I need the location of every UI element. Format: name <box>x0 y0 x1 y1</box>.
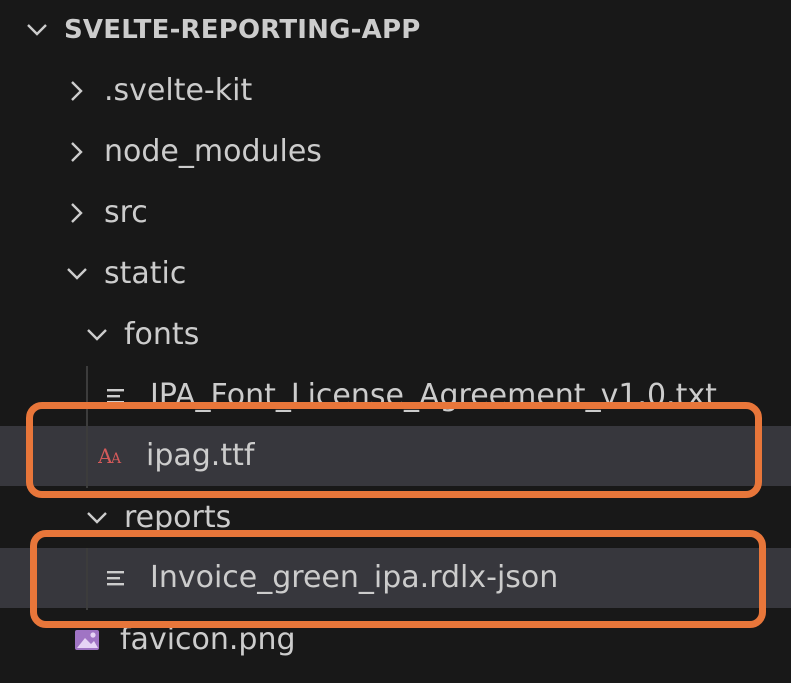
tree-item-label: ipag.ttf <box>146 438 255 473</box>
tree-item-invoice-report[interactable]: Invoice_green_ipa.rdlx-json <box>0 548 791 608</box>
tree-item-static[interactable]: static <box>0 244 791 304</box>
font-file-icon: A A <box>98 441 128 471</box>
text-file-icon <box>102 563 132 593</box>
tree-item-label: fonts <box>124 317 200 352</box>
image-file-icon <box>72 625 102 655</box>
chevron-down-icon <box>82 503 112 533</box>
text-file-icon <box>102 381 132 411</box>
chevron-right-icon <box>62 198 92 228</box>
indent-guide <box>86 548 88 610</box>
chevron-right-icon <box>62 76 92 106</box>
tree-item-label: static <box>104 256 187 291</box>
chevron-down-icon <box>82 320 112 350</box>
explorer-tree: SVELTE-REPORTING-APP .svelte-kit node_mo… <box>0 0 791 683</box>
file-explorer: SVELTE-REPORTING-APP .svelte-kit node_mo… <box>0 0 791 683</box>
chevron-down-icon <box>22 15 52 45</box>
tree-item-reports[interactable]: reports <box>0 488 791 548</box>
tree-item-fonts[interactable]: fonts <box>0 305 791 365</box>
tree-item-label: .svelte-kit <box>104 73 253 108</box>
svg-text:A: A <box>110 451 122 467</box>
tree-item-label: node_modules <box>104 134 322 169</box>
chevron-down-icon <box>62 259 92 289</box>
chevron-right-icon <box>62 137 92 167</box>
indent-guide <box>86 366 88 488</box>
tree-item-label: reports <box>124 500 232 535</box>
explorer-root-folder[interactable]: SVELTE-REPORTING-APP <box>0 0 791 60</box>
root-folder-label: SVELTE-REPORTING-APP <box>64 15 421 45</box>
tree-item-label: src <box>104 195 148 230</box>
tree-item-svelte-kit[interactable]: .svelte-kit <box>0 61 791 121</box>
tree-item-label: IPA_Font_License_Agreement_v1.0.txt <box>150 378 717 413</box>
tree-item-ipag-ttf[interactable]: A A ipag.ttf <box>0 426 791 486</box>
tree-item-favicon[interactable]: favicon.png <box>0 610 791 670</box>
tree-item-label: favicon.png <box>120 622 296 657</box>
tree-item-node-modules[interactable]: node_modules <box>0 122 791 182</box>
tree-item-src[interactable]: src <box>0 183 791 243</box>
tree-item-label: Invoice_green_ipa.rdlx-json <box>150 560 559 595</box>
tree-item-license-file[interactable]: IPA_Font_License_Agreement_v1.0.txt <box>0 366 791 426</box>
